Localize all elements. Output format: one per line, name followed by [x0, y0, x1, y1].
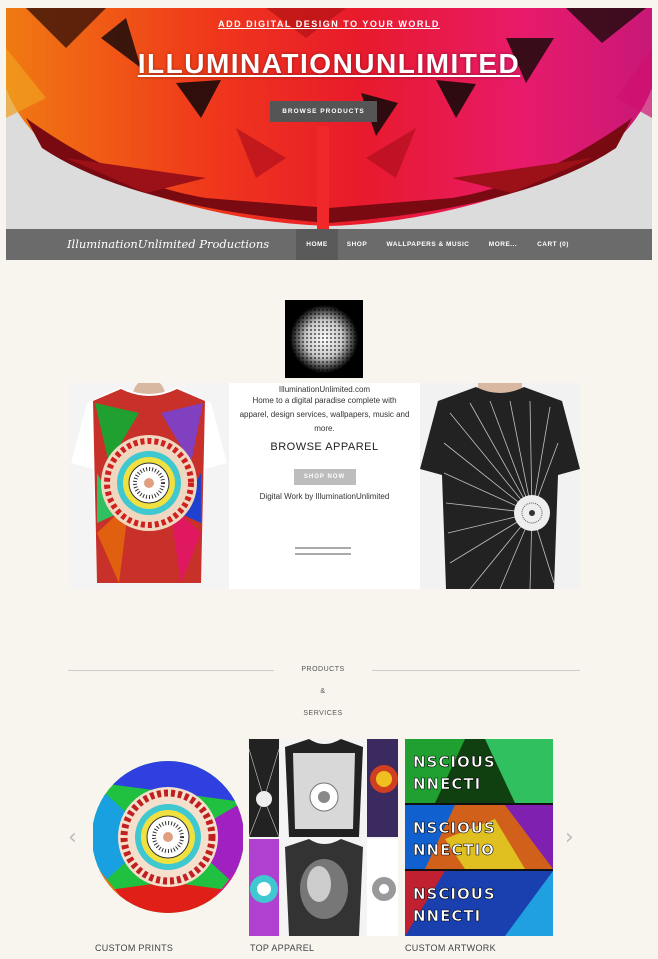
divider-lines — [295, 547, 351, 557]
intro-credit: Digital Work by IlluminationUnlimited — [259, 492, 390, 501]
brand-name[interactable]: IlluminationUnlimited Productions — [67, 229, 269, 260]
intro-description: Home to a digital paradise complete with… — [239, 396, 410, 433]
hero-tagline[interactable]: ADD DIGITAL DESIGN TO YOUR WORLD — [6, 19, 652, 29]
nav-more[interactable]: MORE... — [484, 229, 522, 260]
carousel-next-arrow[interactable]: › — [565, 825, 574, 850]
top-apparel-image[interactable] — [249, 739, 398, 936]
browse-apparel-heading: BROWSE APPAREL — [270, 441, 379, 453]
custom-prints-label[interactable]: CUSTOM PRINTS — [95, 943, 173, 953]
svg-text:NSCIOUS: NSCIOUS — [413, 753, 496, 771]
carousel-prev-arrow[interactable]: ‹ — [68, 825, 77, 850]
svg-text:NSCIOUS: NSCIOUS — [413, 819, 496, 837]
section-rule-right — [372, 670, 580, 671]
svg-text:NNECTIO: NNECTIO — [413, 841, 495, 859]
custom-artwork-image[interactable]: NSCIOUS NNECTI NSCIOUS NNECTIO NSCIOUS N… — [405, 739, 553, 936]
section-heading-services: SERVICES — [303, 710, 343, 717]
site-logo — [285, 300, 363, 378]
svg-text:NNECTI: NNECTI — [413, 775, 481, 793]
top-apparel-label[interactable]: TOP APPAREL — [250, 943, 314, 953]
nav-wallpapers-music[interactable]: WALLPAPERS & MUSIC — [378, 229, 478, 260]
intro-site-name: IlluminationUnlimited.com — [278, 385, 371, 394]
shop-now-button[interactable]: SHOP NOW — [293, 469, 356, 485]
nav-cart[interactable]: CART (0) — [532, 229, 574, 260]
nav-shop[interactable]: SHOP — [341, 229, 373, 260]
intro-card: IlluminationUnlimited.com Home to a digi… — [229, 383, 420, 589]
section-rule-left — [68, 670, 274, 671]
browse-products-button[interactable]: BROWSE PRODUCTS — [270, 101, 377, 122]
main-nav: IlluminationUnlimited Productions HOME S… — [6, 229, 652, 260]
hero-banner: ADD DIGITAL DESIGN TO YOUR WORLD ILLUMIN… — [6, 8, 652, 230]
svg-text:NNECTI: NNECTI — [413, 907, 481, 925]
custom-prints-image[interactable] — [93, 742, 243, 932]
apparel-photo-black[interactable] — [420, 383, 580, 589]
custom-artwork-label[interactable]: CUSTOM ARTWORK — [405, 943, 496, 953]
hero-title[interactable]: ILLUMINATIONUNLIMITED — [6, 48, 652, 80]
apparel-photo-color[interactable] — [69, 383, 229, 589]
svg-text:NSCIOUS: NSCIOUS — [413, 885, 496, 903]
section-heading-amp: & — [320, 688, 326, 695]
section-heading-products: PRODUCTS — [301, 666, 345, 673]
nav-home[interactable]: HOME — [296, 229, 338, 260]
